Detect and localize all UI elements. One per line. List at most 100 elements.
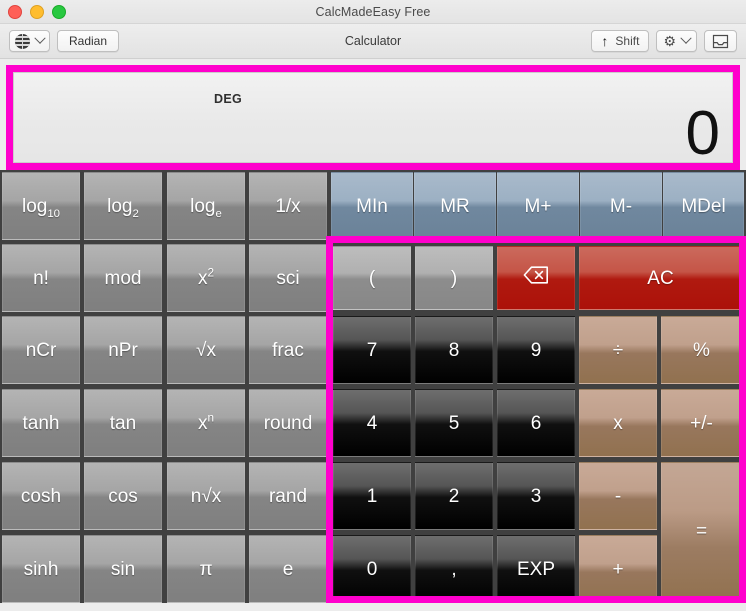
key-memory-minus[interactable]: M- bbox=[580, 172, 662, 240]
key-digit-3[interactable]: 3 bbox=[497, 462, 575, 530]
key-sinh-label: sinh bbox=[23, 558, 59, 580]
inbox-button[interactable] bbox=[704, 30, 737, 52]
globe-language-button[interactable] bbox=[9, 30, 50, 52]
window-title: CalcMadeEasy Free bbox=[315, 4, 431, 19]
key-sqrt-label: √x bbox=[196, 339, 216, 361]
key-tan-label: tan bbox=[109, 412, 137, 434]
key-open-paren-label: ( bbox=[368, 267, 376, 289]
key-digit-7[interactable]: 7 bbox=[333, 316, 411, 384]
key-open-paren[interactable]: ( bbox=[333, 246, 411, 310]
key-inverse[interactable]: 1/x bbox=[249, 172, 327, 240]
key-digit-9[interactable]: 9 bbox=[497, 316, 575, 384]
key-divide-label: ÷ bbox=[612, 339, 624, 361]
key-sinh[interactable]: sinh bbox=[2, 535, 80, 603]
key-decimal-comma[interactable]: , bbox=[415, 535, 493, 603]
keypad: log10 log2 loge 1/x MIn MR M+ M- MDel n! bbox=[0, 170, 746, 603]
key-digit-1[interactable]: 1 bbox=[333, 462, 411, 530]
key-digit-2[interactable]: 2 bbox=[415, 462, 493, 530]
key-sci[interactable]: sci bbox=[249, 244, 327, 312]
key-memory-delete[interactable]: MDel bbox=[663, 172, 744, 240]
key-digit-4-label: 4 bbox=[366, 412, 378, 434]
toolbar-left-group: Radian bbox=[9, 30, 120, 52]
key-ncr[interactable]: nCr bbox=[2, 316, 80, 384]
key-digit-0[interactable]: 0 bbox=[333, 535, 411, 603]
key-memory-plus[interactable]: M+ bbox=[497, 172, 579, 240]
key-plus[interactable]: + bbox=[579, 535, 657, 603]
key-sin-label: sin bbox=[110, 558, 136, 580]
toolbar-right-group: ↑ Shift ⚙ bbox=[591, 30, 737, 52]
key-euler[interactable]: e bbox=[249, 535, 327, 603]
key-npr-label: nPr bbox=[108, 339, 138, 361]
key-multiply[interactable]: x bbox=[579, 389, 657, 457]
key-nth-root-label: n√x bbox=[190, 485, 222, 507]
key-minus[interactable]: - bbox=[579, 462, 657, 530]
key-percent[interactable]: % bbox=[661, 316, 742, 384]
key-plus-label: + bbox=[612, 558, 624, 580]
display-container: DEG 0 bbox=[0, 59, 746, 170]
minimize-button[interactable] bbox=[30, 4, 44, 19]
key-memory-recall[interactable]: MR bbox=[414, 172, 496, 240]
key-sin[interactable]: sin bbox=[84, 535, 162, 603]
key-memory-plus-label: M+ bbox=[524, 195, 552, 217]
key-loge[interactable]: loge bbox=[167, 172, 245, 240]
key-backspace[interactable] bbox=[497, 246, 575, 310]
key-factorial[interactable]: n! bbox=[2, 244, 80, 312]
key-all-clear[interactable]: AC bbox=[579, 246, 742, 310]
key-power[interactable]: xn bbox=[167, 389, 245, 457]
key-digit-3-label: 3 bbox=[530, 485, 542, 507]
key-round[interactable]: round bbox=[249, 389, 327, 457]
calculator-display: DEG 0 bbox=[13, 72, 733, 163]
key-cosh[interactable]: cosh bbox=[2, 462, 80, 530]
key-pi[interactable]: π bbox=[167, 535, 245, 603]
key-equals[interactable]: = bbox=[661, 462, 742, 601]
key-tan[interactable]: tan bbox=[84, 389, 162, 457]
key-digit-7-label: 7 bbox=[366, 339, 378, 361]
key-square-sup: 2 bbox=[207, 266, 215, 280]
key-log2-sub: 2 bbox=[132, 207, 139, 220]
key-inverse-label: 1/x bbox=[275, 195, 301, 217]
key-divide[interactable]: ÷ bbox=[579, 316, 657, 384]
key-digit-6-label: 6 bbox=[530, 412, 542, 434]
key-cos[interactable]: cos bbox=[84, 462, 162, 530]
key-npr[interactable]: nPr bbox=[84, 316, 162, 384]
key-power-sup: n bbox=[207, 411, 215, 425]
key-log2[interactable]: log2 bbox=[84, 172, 162, 240]
key-digit-5[interactable]: 5 bbox=[415, 389, 493, 457]
key-percent-label: % bbox=[693, 339, 710, 361]
key-digit-6[interactable]: 6 bbox=[497, 389, 575, 457]
key-exponent[interactable]: EXP bbox=[497, 535, 575, 603]
key-exponent-label: EXP bbox=[516, 558, 556, 580]
close-button[interactable] bbox=[8, 4, 22, 19]
key-square[interactable]: x2 bbox=[167, 244, 245, 312]
key-log10[interactable]: log10 bbox=[2, 172, 80, 240]
maximize-button[interactable] bbox=[52, 4, 66, 19]
key-rand-label: rand bbox=[268, 485, 308, 507]
key-mod[interactable]: mod bbox=[84, 244, 162, 312]
key-loge-sub: e bbox=[215, 207, 222, 220]
key-frac[interactable]: frac bbox=[249, 316, 327, 384]
key-cos-label: cos bbox=[108, 485, 138, 507]
title-bar: CalcMadeEasy Free bbox=[0, 0, 746, 24]
key-rand[interactable]: rand bbox=[249, 462, 327, 530]
key-memory-in[interactable]: MIn bbox=[331, 172, 413, 240]
key-tanh[interactable]: tanh bbox=[2, 389, 80, 457]
key-digit-8-label: 8 bbox=[448, 339, 460, 361]
key-sqrt[interactable]: √x bbox=[167, 316, 245, 384]
key-digit-4[interactable]: 4 bbox=[333, 389, 411, 457]
angle-mode-button[interactable]: Radian bbox=[57, 30, 120, 52]
key-plus-minus[interactable]: +/- bbox=[661, 389, 742, 457]
key-log10-sub: 10 bbox=[47, 207, 61, 220]
settings-button[interactable]: ⚙ bbox=[656, 30, 697, 52]
key-digit-8[interactable]: 8 bbox=[415, 316, 493, 384]
key-close-paren[interactable]: ) bbox=[415, 246, 493, 310]
key-memory-in-label: MIn bbox=[356, 195, 388, 217]
key-nth-root[interactable]: n√x bbox=[167, 462, 245, 530]
key-log2-label: log bbox=[107, 195, 133, 217]
display-value: 0 bbox=[685, 99, 720, 163]
display-highlight-box: DEG 0 bbox=[6, 65, 740, 170]
key-frac-label: frac bbox=[272, 339, 304, 361]
traffic-lights bbox=[8, 0, 66, 23]
key-loge-label: log bbox=[190, 195, 216, 217]
gear-icon: ⚙ bbox=[663, 33, 676, 49]
shift-button[interactable]: ↑ Shift bbox=[591, 30, 650, 52]
